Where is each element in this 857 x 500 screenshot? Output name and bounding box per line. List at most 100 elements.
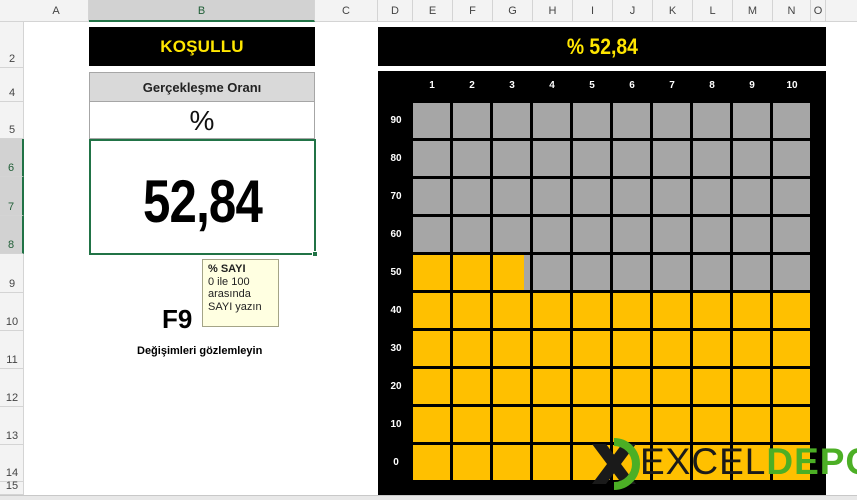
waffle-square: [493, 331, 530, 366]
waffle-column-number: 8: [709, 80, 715, 91]
waffle-row-label: 60: [390, 229, 402, 240]
waffle-square: [573, 293, 610, 328]
waffle-square: [653, 331, 690, 366]
waffle-square: [453, 445, 490, 480]
row-header-bar: 2 4 5 6 7 8 9 10 11 12 13 14 15: [0, 22, 24, 495]
row-header-10[interactable]: 10: [0, 293, 24, 331]
column-header-a[interactable]: A: [24, 0, 89, 22]
column-header-j[interactable]: J: [613, 0, 653, 22]
waffle-square: [573, 141, 610, 176]
waffle-column-number: 2: [469, 80, 475, 91]
waffle-square: [733, 331, 770, 366]
waffle-square: [453, 293, 490, 328]
waffle-square: [653, 369, 690, 404]
waffle-square: [453, 407, 490, 442]
row-header-5[interactable]: 5: [0, 102, 24, 139]
waffle-square: [773, 217, 810, 252]
waffle-square: [413, 445, 450, 480]
row-header-13[interactable]: 13: [0, 407, 24, 445]
waffle-square: [693, 293, 730, 328]
row-header-15[interactable]: 15: [0, 480, 24, 495]
fill-handle[interactable]: [312, 251, 318, 257]
percent-sign-cell[interactable]: %: [89, 102, 315, 139]
realization-rate-header[interactable]: Gerçekleşme Oranı: [89, 72, 315, 102]
column-header-m[interactable]: M: [733, 0, 773, 22]
waffle-square: [773, 331, 810, 366]
waffle-square: [413, 179, 450, 214]
waffle-square: [493, 179, 530, 214]
percent-title-bar[interactable]: % 52,84: [378, 27, 826, 66]
row-header-12[interactable]: 12: [0, 369, 24, 407]
waffle-square: [533, 103, 570, 138]
waffle-square: [413, 217, 450, 252]
column-header-g[interactable]: G: [493, 0, 533, 22]
waffle-square: [573, 255, 610, 290]
column-header-n[interactable]: N: [773, 0, 811, 22]
row-header-8[interactable]: 8: [0, 216, 24, 254]
sheet-tab-bar[interactable]: [0, 495, 857, 500]
waffle-square: [693, 217, 730, 252]
column-header-c[interactable]: C: [315, 0, 378, 22]
waffle-square: [653, 407, 690, 442]
exceldepo-x-icon: [592, 438, 640, 490]
waffle-square: [613, 331, 650, 366]
waffle-row-label: 10: [390, 419, 402, 430]
waffle-square: [773, 369, 810, 404]
row-header-4[interactable]: 4: [0, 68, 24, 102]
tooltip-line-3: SAYI yazın: [208, 300, 262, 313]
waffle-square: [733, 407, 770, 442]
waffle-square: [653, 217, 690, 252]
column-header-bar: ABCDEFGHIJKLMNO: [0, 0, 857, 22]
waffle-square: [453, 141, 490, 176]
waffle-square: [653, 179, 690, 214]
row-header-7[interactable]: 7: [0, 177, 24, 216]
waffle-square: [493, 141, 530, 176]
exceldepo-wordmark: EXCELDEPO: [640, 441, 857, 482]
waffle-row-label: 50: [390, 267, 402, 278]
waffle-square: [693, 369, 730, 404]
column-header-k[interactable]: K: [653, 0, 693, 22]
row-header-14[interactable]: 14: [0, 445, 24, 482]
input-message-tooltip: % SAYI 0 ile 100 arasında SAYI yazın: [202, 259, 279, 327]
waffle-square: [613, 217, 650, 252]
row-header-2[interactable]: 2: [0, 22, 24, 68]
column-header-o[interactable]: O: [811, 0, 826, 22]
waffle-row-label: 80: [390, 153, 402, 164]
waffle-row-label: 70: [390, 191, 402, 202]
waffle-square: [453, 217, 490, 252]
column-header-h[interactable]: H: [533, 0, 573, 22]
waffle-square: [413, 369, 450, 404]
column-header-b[interactable]: B: [89, 0, 315, 22]
waffle-square: [493, 369, 530, 404]
waffle-square: [773, 407, 810, 442]
waffle-square: [613, 369, 650, 404]
waffle-square: [733, 217, 770, 252]
waffle-square: [653, 293, 690, 328]
row-header-6[interactable]: 6: [0, 139, 24, 177]
waffle-square: [493, 255, 530, 290]
column-header-d[interactable]: D: [378, 0, 413, 22]
waffle-square: [653, 141, 690, 176]
waffle-square: [413, 103, 450, 138]
column-header-l[interactable]: L: [693, 0, 733, 22]
waffle-column-number: 10: [786, 80, 798, 91]
waffle-square: [533, 141, 570, 176]
column-header-i[interactable]: I: [573, 0, 613, 22]
waffle-square: [773, 179, 810, 214]
waffle-square: [653, 103, 690, 138]
waffle-square: [613, 179, 650, 214]
waffle-square: [693, 407, 730, 442]
waffle-square: [453, 331, 490, 366]
tooltip-title: % SAYI: [208, 263, 246, 275]
row-header-11[interactable]: 11: [0, 331, 24, 369]
waffle-square: [613, 141, 650, 176]
conditional-formatting-title[interactable]: KOŞULLU BİÇİMLENDİRME: [89, 27, 315, 95]
waffle-row-label: 0: [393, 457, 399, 468]
selected-value-cell[interactable]: 52,84: [89, 139, 316, 255]
waffle-square: [693, 255, 730, 290]
row-header-9[interactable]: 9: [0, 254, 24, 293]
waffle-square: [613, 407, 650, 442]
column-header-e[interactable]: E: [413, 0, 453, 22]
waffle-square: [413, 255, 450, 290]
column-header-f[interactable]: F: [453, 0, 493, 22]
